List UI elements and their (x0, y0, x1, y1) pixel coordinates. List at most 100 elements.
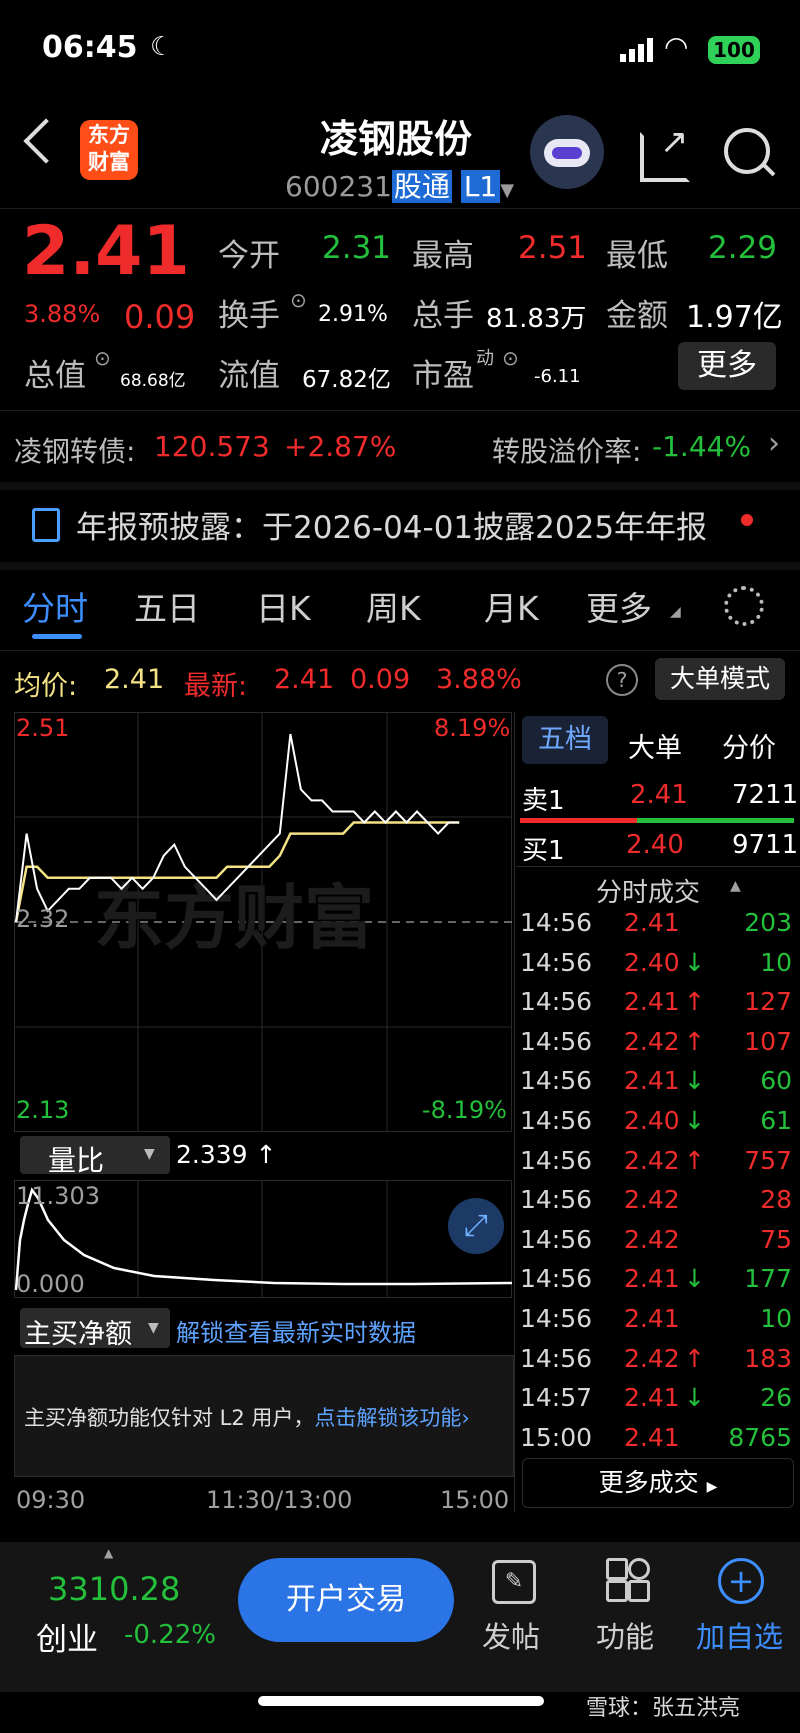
info-circle-icon[interactable]: ⊙ (290, 288, 307, 312)
tab-intraday[interactable]: 分时 (22, 582, 88, 630)
order-book-divider (514, 712, 515, 1512)
low-label: 最低 (606, 238, 668, 274)
add-favorite-label[interactable]: 加自选 (696, 1614, 783, 1656)
tab-five-levels[interactable]: 五档 (522, 716, 608, 764)
arrow-up-icon: ↑ (684, 1145, 705, 1175)
intraday-chart[interactable]: 东方财富 (14, 712, 512, 1132)
sell-1-price: 2.41 (630, 780, 688, 810)
robot-avatar[interactable] (530, 115, 604, 189)
trade-time: 14:56 (520, 1145, 593, 1175)
add-circle-icon[interactable]: + (718, 1558, 764, 1604)
convertible-change: +2.87% (284, 430, 397, 463)
last-price: 2.41 (22, 212, 190, 291)
app-logo: 东方 财富 (80, 120, 138, 180)
trade-row: 14:56 2.42 ↑ 757 (518, 1142, 796, 1182)
info-circle-icon[interactable]: ⊙ (94, 346, 111, 370)
buy-1-qty: 9711 (732, 830, 799, 860)
high-label: 最高 (412, 238, 474, 274)
share-arrow-icon: ↗ (660, 122, 689, 162)
grid-icon[interactable] (606, 1558, 650, 1602)
trade-time: 14:56 (520, 908, 593, 937)
trade-qty: 107 (744, 1026, 792, 1056)
avg-label: 均价: (14, 671, 78, 702)
chevron-right-icon[interactable]: › (768, 426, 780, 461)
help-icon[interactable]: ? (606, 664, 638, 696)
caret-right-icon: ▶ (706, 1479, 718, 1495)
bid-ratio-bar (636, 818, 794, 823)
index-value[interactable]: 3310.28 (48, 1570, 180, 1608)
back-arrow-icon[interactable] (23, 118, 69, 164)
pct-low-label: -8.19% (422, 1096, 507, 1124)
notice-text[interactable]: 年报预披露：于2026-04-01披露2025年年报 (76, 502, 707, 547)
tab-price-levels[interactable]: 分价 (722, 726, 776, 765)
order-book-separator (516, 866, 800, 867)
time-start: 09:30 (16, 1486, 86, 1514)
edit-icon[interactable]: ✎ (492, 1560, 536, 1604)
function-label[interactable]: 功能 (596, 1614, 654, 1656)
trade-price: 2.41 (624, 1066, 680, 1096)
open-account-trade-button[interactable]: 开户交易 (238, 1558, 454, 1642)
big-order-mode-button[interactable]: 大单模式 (655, 658, 785, 700)
wifi-icon: ◠ (664, 30, 689, 63)
tab-more[interactable]: 更多 (586, 582, 652, 630)
y-mid-label: 2.32 (16, 905, 70, 933)
volume-ratio-selector[interactable]: 量比 ▼ (20, 1136, 170, 1177)
time-mid: 11:30/13:00 (206, 1486, 353, 1514)
pe-label: 市盈 (412, 358, 474, 394)
open-value: 2.31 (322, 230, 392, 266)
pe-superscript: 动 (476, 348, 494, 369)
trade-time: 14:56 (520, 1224, 593, 1254)
expand-icon[interactable]: ⤢ (448, 1198, 504, 1254)
trade-row: 14:56 2.41 ↓ 177 (518, 1260, 796, 1300)
trade-qty: 127 (744, 987, 792, 1017)
search-handle (762, 163, 776, 177)
more-trades-button[interactable]: 更多成交 ▶ (522, 1458, 794, 1508)
time-end: 15:00 (440, 1486, 510, 1514)
info-circle-icon[interactable]: ⊙ (502, 346, 519, 370)
moon-icon: ☾ (150, 32, 174, 62)
y-low-label: 2.13 (16, 1096, 70, 1124)
caret-up-icon[interactable]: ▲ (104, 1546, 113, 1560)
trade-row: 14:56 2.42 28 (518, 1181, 796, 1221)
tab-big-orders[interactable]: 大单 (628, 726, 682, 765)
latest-value: 2.41 (274, 664, 335, 695)
tab-monthly-k[interactable]: 月K (484, 582, 539, 630)
trade-row: 14:56 2.42 ↑ 183 (518, 1340, 796, 1380)
net-buy-selector[interactable]: 主买净额 ▼ (20, 1308, 170, 1350)
mcap-value: 68.68亿 (120, 371, 186, 391)
settings-gear-icon[interactable] (724, 586, 764, 626)
unlock-link[interactable]: 解锁查看最新实时数据 (176, 1313, 416, 1348)
index-name[interactable]: 创业 (36, 1614, 98, 1659)
more-button[interactable]: 更多 (678, 342, 776, 390)
net-buy-unlock-link[interactable]: 点击解锁该功能 (314, 1406, 461, 1430)
trade-row: 14:56 2.42 75 (518, 1221, 796, 1261)
sort-up-icon: ▲ (730, 878, 741, 894)
sell-1-label: 卖1 (522, 786, 565, 816)
tag-level: L1 (460, 170, 501, 203)
logo-text-2: 财富 (88, 150, 130, 174)
arrow-down-icon: ↓ (684, 947, 705, 977)
battery-indicator: 100 (708, 36, 760, 64)
arrow-down-icon: ↓ (684, 1106, 705, 1135)
signal-icon (620, 38, 656, 62)
change-percent: 3.88% (24, 300, 101, 328)
chevron-right-icon: › (461, 1406, 470, 1430)
stock-code-line[interactable]: 600231股通 L1 ▼ (285, 165, 514, 205)
tab-daily-k[interactable]: 日K (256, 582, 311, 630)
trade-price: 2.41 (624, 1264, 680, 1294)
buy-1-price: 2.40 (626, 830, 684, 860)
amount-label: 金额 (606, 298, 668, 334)
turnover-label: 换手 (218, 298, 280, 334)
trade-row: 14:56 2.41 10 (518, 1300, 796, 1340)
trade-time: 15:00 (520, 1422, 593, 1452)
post-label[interactable]: 发帖 (482, 1614, 540, 1656)
index-change: -0.22% (124, 1620, 216, 1650)
trade-time: 14:56 (520, 1106, 593, 1135)
convertible-label[interactable]: 凌钢转债: (14, 430, 135, 470)
trade-time: 14:57 (520, 1383, 593, 1413)
tab-five-day[interactable]: 五日 (134, 582, 200, 630)
stock-code: 600231 (285, 170, 392, 203)
more-trades-label: 更多成交 (598, 1468, 699, 1497)
avg-value: 2.41 (104, 664, 165, 695)
tab-weekly-k[interactable]: 周K (366, 582, 421, 630)
